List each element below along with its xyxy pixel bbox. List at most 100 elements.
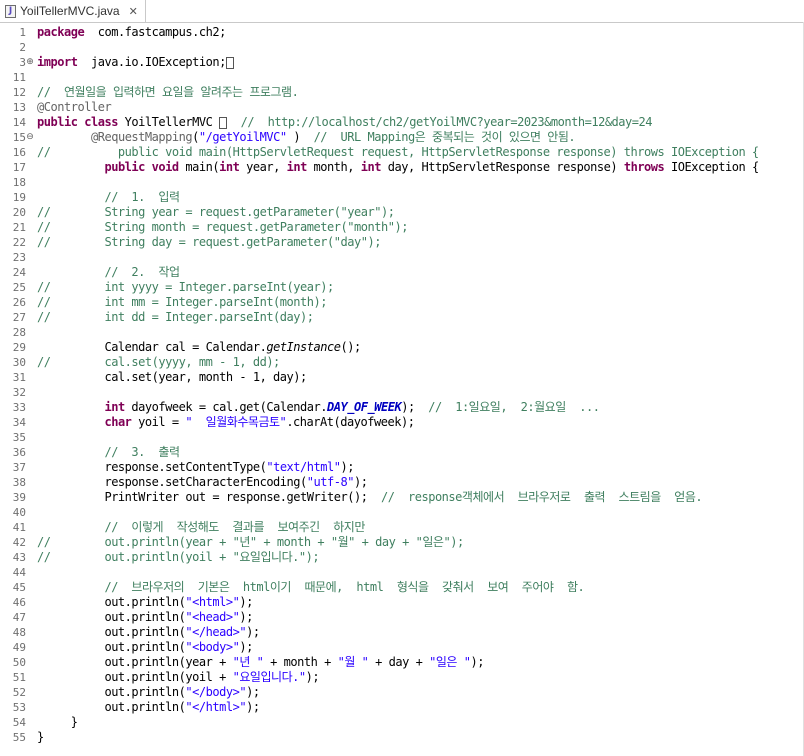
code-editor[interactable]: 1 package com.fastcampus.ch2; 2 3 ⊕ import ja… — [0, 25, 804, 756]
line-number: 26 — [12, 296, 26, 309]
code-line: 22 // String day = request.getParameter("… — [0, 235, 804, 250]
line-number: 1 — [19, 26, 26, 39]
code-line: 34 char yoil = " 일월화수목금토".charAt(dayofwe… — [0, 415, 804, 430]
code-token: IOException { — [664, 160, 759, 174]
collapsed-block-marker[interactable] — [225, 56, 234, 69]
code-text: // 이렇게 작성해도 결과를 보여주긴 하지만 — [37, 520, 365, 535]
code-token: // int dd = Integer.parseInt(day); — [37, 310, 314, 324]
code-line: 39 PrintWriter out = response.getWriter(… — [0, 490, 804, 505]
code-token: } — [37, 715, 78, 729]
code-token: package — [37, 25, 85, 39]
code-token: } — [37, 730, 44, 744]
fold-toggle-icon[interactable]: ⊖ — [25, 130, 35, 145]
line-number: 51 — [12, 671, 26, 684]
code-line: 43 // out.println(yoil + "요일입니다."); — [0, 550, 804, 565]
code-line: 47 out.println("<head>"); — [0, 610, 804, 625]
code-line: 11 — [0, 70, 804, 85]
code-line: 37 response.setContentType("text/html"); — [0, 460, 804, 475]
code-token: out.println(year + — [37, 655, 233, 669]
line-number: 37 — [12, 461, 26, 474]
line-number: 41 — [12, 521, 26, 534]
line-number: 39 — [12, 491, 26, 504]
code-line: 31 cal.set(year, month - 1, day); — [0, 370, 804, 385]
line-number: 48 — [12, 626, 26, 639]
code-token: "<body>" — [185, 640, 240, 654]
line-number: 44 — [12, 566, 26, 579]
code-text: public void main(int year, int month, in… — [37, 160, 759, 175]
code-token: "</html>" — [185, 700, 247, 714]
line-number: 17 — [12, 161, 26, 174]
code-token: PrintWriter out = response.getWriter(); — [37, 490, 381, 504]
code-token: ); — [305, 670, 320, 684]
code-line: 53 out.println("</html>"); — [0, 700, 804, 715]
code-token: int — [219, 160, 240, 174]
code-text: cal.set(year, month - 1, day); — [37, 370, 307, 385]
code-line: 15 ⊖ @RequestMapping("/getYoilMVC" ) // U… — [0, 130, 804, 145]
editor-tab[interactable]: J YoilTellerMVC.java ✕ — [0, 0, 146, 22]
code-line: 26 // int mm = Integer.parseInt(month); — [0, 295, 804, 310]
code-token: " 일월화수목금토" — [185, 415, 287, 429]
code-token: "년 " — [232, 655, 264, 669]
code-line: 49 out.println("<body>"); — [0, 640, 804, 655]
code-line: 17 public void main(int year, int month,… — [0, 160, 804, 175]
code-line: 16 // public void main(HttpServletRequest… — [0, 145, 804, 160]
code-token: // out.println(year + "년" + month + "월" … — [37, 535, 464, 549]
java-file-icon: J — [5, 4, 16, 18]
code-token: "</head>" — [185, 625, 247, 639]
line-number: 40 — [12, 506, 26, 519]
code-token: year, — [239, 160, 287, 174]
code-line: 52 out.println("</body>"); — [0, 685, 804, 700]
code-line: 45 // 브라우저의 기본은 html이기 때문에, html 형식을 갖춰서… — [0, 580, 804, 595]
code-token: DAY_OF_WEEK — [327, 400, 402, 414]
line-number: 24 — [12, 266, 26, 279]
collapsed-block-marker[interactable] — [219, 116, 228, 129]
fold-toggle-icon[interactable]: ⊕ — [25, 55, 35, 70]
code-token: int — [286, 160, 308, 174]
code-text: PrintWriter out = response.getWriter(); … — [37, 490, 702, 505]
code-token: "요일입니다." — [232, 670, 307, 684]
line-number: 28 — [12, 326, 26, 339]
code-text: // int dd = Integer.parseInt(day); — [37, 310, 314, 325]
code-text: // public void main(HttpServletRequest r… — [37, 145, 759, 160]
code-token: @Controller — [37, 100, 112, 114]
code-line: 35 — [0, 430, 804, 445]
code-text: // out.println(yoil + "요일입니다."); — [37, 550, 320, 565]
code-token: response.setCharacterEncoding( — [37, 475, 307, 489]
code-text: } — [37, 715, 78, 730]
line-number: 43 — [12, 551, 26, 564]
line-number: 29 — [12, 341, 26, 354]
code-token: day, HttpServletResponse response) — [381, 160, 624, 174]
code-token: ); — [340, 460, 355, 474]
code-text: char yoil = " 일월화수목금토".charAt(dayofweek)… — [37, 415, 414, 430]
code-token: // out.println(yoil + "요일입니다."); — [37, 550, 320, 564]
code-token: month, — [306, 160, 361, 174]
code-line: 32 — [0, 385, 804, 400]
code-line: 28 — [0, 325, 804, 340]
code-text: // 1. 입력 — [37, 190, 180, 205]
code-token: out.println( — [37, 595, 186, 609]
line-number: 2 — [19, 41, 26, 54]
code-line: 42 // out.println(year + "년" + month + "월… — [0, 535, 804, 550]
code-token: public void — [104, 160, 179, 174]
code-token: // String day = request.getParameter("da… — [37, 235, 381, 249]
code-token: ); — [239, 595, 253, 609]
code-text: // 2. 작업 — [37, 265, 180, 280]
line-number: 50 — [12, 656, 26, 669]
line-number: 32 — [12, 386, 26, 399]
code-text: out.println(year + "년 " + month + "월 " +… — [37, 655, 484, 670]
line-number: 27 — [12, 311, 26, 324]
line-number: 52 — [12, 686, 26, 699]
close-icon[interactable]: ✕ — [129, 5, 138, 18]
code-text: // int yyyy = Integer.parseInt(year); — [37, 280, 334, 295]
code-token: yoil = — [131, 415, 186, 429]
line-number: 23 — [12, 251, 26, 264]
code-text: response.setCharacterEncoding("utf-8"); — [37, 475, 368, 490]
code-line: 50 out.println(year + "년 " + month + "월 … — [0, 655, 804, 670]
code-text: response.setContentType("text/html"); — [37, 460, 354, 475]
code-token: out.println( — [37, 625, 186, 639]
code-token: // cal.set(yyyy, mm - 1, dd); — [37, 355, 280, 369]
code-token: // response객체에서 브라우저로 출력 스트림을 얻음. — [380, 490, 703, 504]
